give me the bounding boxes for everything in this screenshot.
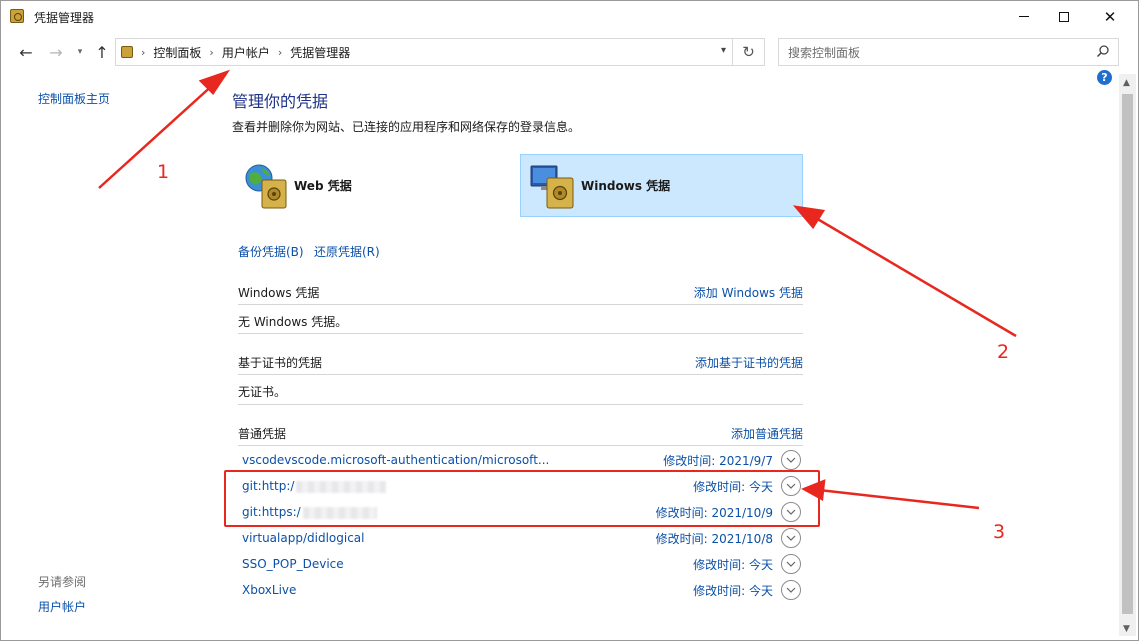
- title-bar: 凭据管理器 ✕: [1, 1, 1138, 32]
- vertical-scrollbar[interactable]: ▲ ▼: [1119, 74, 1136, 636]
- annotation-label-2: 2: [997, 341, 1010, 363]
- backup-credentials-link[interactable]: 备份凭据(B): [238, 243, 304, 260]
- help-icon[interactable]: ?: [1097, 70, 1112, 85]
- annotation-label-3: 3: [993, 521, 1006, 543]
- navigation-bar: ← → ▾ ↑ › 控制面板 › 用户帐户 › 凭据管理器 ▾ ↻ 搜索控制面板: [1, 32, 1138, 74]
- web-credentials-tab[interactable]: Web 凭据: [238, 154, 478, 217]
- expand-chevron-icon[interactable]: [781, 528, 801, 548]
- credential-row[interactable]: SSO_POP_Device 修改时间: 今天: [238, 551, 803, 577]
- maximize-button[interactable]: [1041, 1, 1087, 32]
- arrow-up-icon: ↑: [95, 42, 109, 62]
- back-button[interactable]: ←: [17, 42, 35, 62]
- windows-credentials-tab[interactable]: Windows 凭据: [520, 154, 803, 217]
- maximize-icon: [1059, 11, 1069, 22]
- user-accounts-link[interactable]: 用户帐户: [38, 598, 86, 615]
- address-bar[interactable]: › 控制面板 › 用户帐户 › 凭据管理器 ▾ ↻: [115, 38, 765, 66]
- windows-vault-icon: [530, 165, 574, 208]
- generic-credentials-section-header: 普通凭据 添加普通凭据: [238, 422, 803, 446]
- breadcrumb-credential-manager[interactable]: 凭据管理器: [290, 44, 350, 61]
- credential-manager-app-icon: [10, 9, 24, 23]
- credential-manager-window: 凭据管理器 ✕ ← → ▾ ↑ › 控制面板 › 用户帐户 › 凭据管理器 ▾ …: [0, 0, 1139, 641]
- credential-modified: 修改时间: 2021/10/8: [655, 531, 773, 546]
- breadcrumb-separator-icon: ›: [277, 45, 283, 59]
- refresh-button[interactable]: ↻: [732, 39, 764, 65]
- credential-name: virtualapp/didlogical: [242, 531, 365, 545]
- certificate-credentials-empty: 无证书。: [238, 385, 287, 399]
- page-description: 查看并删除你为网站、已连接的应用程序和网络保存的登录信息。: [232, 120, 581, 134]
- breadcrumb-control-panel[interactable]: 控制面板: [153, 44, 201, 61]
- control-panel-home-link[interactable]: 控制面板主页: [38, 90, 110, 107]
- scroll-up-icon[interactable]: ▲: [1123, 78, 1130, 88]
- windows-credentials-label: Windows 凭据: [581, 179, 671, 193]
- breadcrumb-separator-icon: ›: [141, 45, 146, 59]
- search-placeholder: 搜索控制面板: [788, 45, 861, 60]
- chevron-down-icon: ▾: [77, 47, 83, 57]
- credential-modified: 修改时间: 2021/9/7: [663, 453, 773, 468]
- arrow-left-icon: ←: [19, 42, 33, 62]
- certificate-credentials-section-header: 基于证书的凭据 添加基于证书的凭据: [238, 351, 803, 375]
- forward-button[interactable]: →: [47, 42, 65, 62]
- expand-chevron-icon[interactable]: [781, 450, 801, 470]
- add-generic-credential-link[interactable]: 添加普通凭据: [731, 425, 803, 442]
- web-credentials-label: Web 凭据: [294, 179, 352, 193]
- add-windows-credential-link[interactable]: 添加 Windows 凭据: [694, 284, 803, 301]
- credential-row[interactable]: virtualapp/didlogical 修改时间: 2021/10/8: [238, 525, 803, 551]
- close-icon: ✕: [1103, 7, 1117, 26]
- breadcrumb-user-accounts[interactable]: 用户帐户: [222, 44, 270, 61]
- certificate-credentials-heading: 基于证书的凭据: [238, 356, 323, 370]
- divider: [238, 404, 803, 405]
- search-input[interactable]: 搜索控制面板: [778, 38, 1119, 66]
- annotation-label-1: 1: [157, 161, 170, 183]
- window-title: 凭据管理器: [34, 11, 95, 25]
- address-dropdown-icon[interactable]: ▾: [721, 45, 726, 56]
- credential-row[interactable]: XboxLive 修改时间: 今天: [238, 577, 803, 603]
- credential-modified: 修改时间: 今天: [693, 583, 773, 598]
- search-icon[interactable]: [1096, 44, 1110, 58]
- up-button[interactable]: ↑: [93, 42, 111, 62]
- expand-chevron-icon[interactable]: [781, 554, 801, 574]
- breadcrumb-separator-icon: ›: [209, 45, 214, 59]
- scroll-down-icon[interactable]: ▼: [1123, 624, 1130, 634]
- windows-credentials-section-header: Windows 凭据 添加 Windows 凭据: [238, 281, 803, 305]
- restore-credentials-link[interactable]: 还原凭据(R): [314, 243, 380, 260]
- web-vault-icon: [245, 164, 287, 208]
- scroll-thumb[interactable]: [1122, 94, 1133, 614]
- refresh-icon: ↻: [742, 43, 755, 61]
- minimize-icon: [1019, 16, 1029, 17]
- annotation-highlight-box: [224, 470, 820, 527]
- page-title: 管理你的凭据: [232, 92, 329, 111]
- control-panel-icon: [121, 46, 133, 58]
- generic-credentials-heading: 普通凭据: [238, 427, 287, 441]
- credential-name: XboxLive: [242, 583, 297, 597]
- credential-name: vscodevscode.microsoft-authentication/mi…: [242, 453, 550, 467]
- see-also-label: 另请参阅: [38, 575, 87, 589]
- arrow-right-icon: →: [49, 42, 63, 62]
- windows-credentials-empty: 无 Windows 凭据。: [238, 315, 348, 329]
- expand-chevron-icon[interactable]: [781, 580, 801, 600]
- credential-name: SSO_POP_Device: [242, 557, 344, 571]
- divider: [238, 333, 803, 334]
- windows-credentials-heading: Windows 凭据: [238, 286, 320, 300]
- add-certificate-credential-link[interactable]: 添加基于证书的凭据: [695, 354, 803, 371]
- close-button[interactable]: ✕: [1087, 1, 1133, 32]
- recent-locations-button[interactable]: ▾: [71, 43, 89, 61]
- credential-modified: 修改时间: 今天: [693, 557, 773, 572]
